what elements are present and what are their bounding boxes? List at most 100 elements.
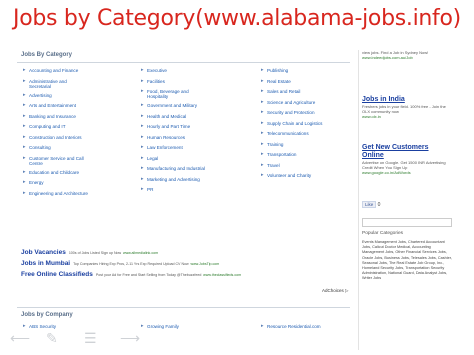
- side-ad-2[interactable]: Jobs in India Freshers jobs in your fiel…: [362, 96, 450, 119]
- category-link-text[interactable]: Volunteer and Charity: [267, 173, 311, 178]
- category-link[interactable]: ▸ Executive: [141, 68, 205, 79]
- category-link[interactable]: ▸ Consulting: [23, 145, 88, 156]
- category-link[interactable]: ▸ Banking and Insurance: [23, 113, 88, 125]
- category-link-text[interactable]: PR: [147, 187, 153, 192]
- ad-text: 100s of Jobs Listed Sign up Now: [68, 251, 122, 255]
- category-link-text[interactable]: Supply Chain and Logistics: [267, 121, 322, 126]
- category-link-text[interactable]: Consulting: [29, 145, 51, 150]
- category-link[interactable]: ▸ Advertising: [23, 92, 88, 104]
- category-link[interactable]: ▸ Health and Medical: [141, 113, 205, 125]
- category-link[interactable]: ▸ Energy: [23, 180, 88, 191]
- like-button[interactable]: Like: [362, 201, 377, 208]
- category-link[interactable]: ▸ Volunteer and Charity: [261, 173, 322, 184]
- category-link[interactable]: ▸ Government and Military: [141, 103, 205, 114]
- category-link-text[interactable]: Transportation: [267, 152, 296, 157]
- category-link[interactable]: ▸ Accounting and Finance: [23, 68, 88, 79]
- category-link[interactable]: ▸ Transportation: [261, 152, 322, 163]
- category-link-text[interactable]: Telecommunications: [267, 131, 309, 136]
- category-link-text[interactable]: Publishing: [267, 68, 288, 73]
- adchoices-badge[interactable]: AdChoices ▷: [322, 288, 348, 294]
- category-link-text[interactable]: Advertising: [29, 93, 52, 98]
- category-link[interactable]: ▸ Supply Chain and Logistics: [261, 120, 322, 132]
- category-link-text[interactable]: Health and Medical: [147, 114, 186, 119]
- category-link-text[interactable]: Accounting and Finance: [29, 68, 78, 73]
- web-page: Jobs By Category ▸ Accounting and Finance…: [17, 50, 453, 350]
- category-link-text[interactable]: Government and Military: [147, 103, 197, 108]
- ad-title[interactable]: Free Online Classifieds: [21, 271, 93, 278]
- category-link-text[interactable]: Computing and IT: [29, 124, 66, 129]
- category-link[interactable]: ▸ Security and Protection: [261, 110, 322, 121]
- category-link-text[interactable]: Food, Beverage and Hospitality: [147, 89, 205, 99]
- category-link-text[interactable]: Legal: [147, 156, 158, 161]
- category-link[interactable]: ▸ Education and Childcare: [23, 169, 88, 181]
- company-header: Jobs by Company: [17, 307, 350, 320]
- category-link-text[interactable]: Arts and Entertainment: [29, 103, 76, 108]
- category-link[interactable]: ▸ Publishing: [261, 68, 322, 79]
- category-link-text[interactable]: Real Estate: [267, 79, 291, 84]
- category-link[interactable]: ▸ Administrative and Secretarial: [23, 78, 88, 93]
- category-link[interactable]: ▸ Hourly and Part Time: [141, 124, 205, 135]
- popular-heading: Popular Categories: [362, 231, 404, 236]
- category-link[interactable]: ▸ Science and Agriculture: [261, 99, 322, 111]
- ad-url[interactable]: www.allmedialink.com: [123, 251, 158, 255]
- category-link[interactable]: ▸ Human Resources: [141, 134, 205, 146]
- category-link-text[interactable]: Banking and Insurance: [29, 114, 76, 119]
- category-link[interactable]: ▸ PR: [141, 187, 205, 198]
- ad-url[interactable]: www.theclassifieds.com: [203, 273, 241, 277]
- category-link-text[interactable]: Law Enforcement: [147, 145, 183, 150]
- category-link-text[interactable]: Energy: [29, 180, 44, 185]
- category-link-text[interactable]: Travel: [267, 163, 280, 168]
- ad-title[interactable]: Job Vacancies: [21, 249, 66, 256]
- category-link[interactable]: ▸ Customer Service and Call Centre: [23, 155, 88, 170]
- category-link[interactable]: ▸ Engineering and Architecture: [23, 190, 88, 202]
- category-link-text[interactable]: Sales and Retail: [267, 89, 300, 94]
- side-ad-title[interactable]: Jobs in India: [362, 96, 450, 104]
- category-link[interactable]: ▸ Telecommunications: [261, 131, 322, 142]
- category-link-text[interactable]: Human Resources: [147, 135, 185, 140]
- category-link[interactable]: ▸ Manufacturing and Industrial: [141, 166, 205, 177]
- side-ad-1[interactable]: view jobs. Find a Job in Sydney Now! www…: [362, 50, 450, 60]
- category-link-text[interactable]: Construction and Interiors: [29, 135, 82, 140]
- category-link[interactable]: ▸ Construction and Interiors: [23, 134, 88, 146]
- category-link[interactable]: ▸ Legal: [141, 155, 205, 167]
- category-link[interactable]: ▸ Real Estate: [261, 78, 322, 90]
- category-link[interactable]: ▸ Law Enforcement: [141, 145, 205, 156]
- category-link[interactable]: ▸ Facilities: [141, 78, 205, 90]
- category-link-text[interactable]: Education and Childcare: [29, 170, 79, 175]
- popular-list[interactable]: Events Management Jobs, Chartered Accoun…: [362, 240, 452, 282]
- ad-text: Post your Ad for Free and Start Selling …: [95, 273, 202, 277]
- ad-job-vacancies[interactable]: Job Vacancies 100s of Jobs Listed Sign up…: [21, 249, 158, 256]
- category-link-text[interactable]: Hourly and Part Time: [147, 124, 190, 129]
- menu-icon[interactable]: ☰: [84, 330, 97, 347]
- ad-free-classifieds[interactable]: Free Online Classifieds Post your Ad for …: [21, 271, 241, 278]
- category-link[interactable]: ▸ Food, Beverage and Hospitality: [141, 89, 205, 103]
- sidebar: view jobs. Find a Job in Sydney Now! www…: [358, 50, 454, 350]
- side-ad-url[interactable]: www.olx.in: [362, 114, 450, 119]
- category-link-text[interactable]: Security and Protection: [267, 110, 315, 115]
- category-link-text[interactable]: Science and Agriculture: [267, 100, 315, 105]
- side-ad-3[interactable]: Get New Customers Online Advertise on Go…: [362, 144, 450, 175]
- side-ad-url[interactable]: www.google.co.in/AdWords: [362, 170, 450, 175]
- pen-icon[interactable]: ✎: [46, 330, 58, 347]
- category-link-text[interactable]: Engineering and Architecture: [29, 191, 88, 196]
- category-link-text[interactable]: Administrative and Secretarial: [29, 79, 87, 89]
- category-link-text[interactable]: Manufacturing and Industrial: [147, 166, 205, 171]
- forward-arrow-icon[interactable]: ⟶: [120, 330, 140, 347]
- category-link[interactable]: ▸ Sales and Retail: [261, 89, 322, 100]
- category-link-text[interactable]: Training: [267, 142, 283, 147]
- side-ad-url[interactable]: www.indeedjobs.com.au/Job: [362, 55, 450, 60]
- ad-title[interactable]: Jobs in Mumbai: [21, 260, 70, 267]
- back-arrow-icon[interactable]: ⟵: [10, 330, 30, 347]
- category-link-text[interactable]: Executive: [147, 68, 167, 73]
- ad-jobs-mumbai[interactable]: Jobs in Mumbai Top Companies Hiring Exp P…: [21, 260, 219, 267]
- ad-url[interactable]: www.JobsTip.com: [190, 262, 219, 266]
- category-link[interactable]: ▸ Training: [261, 141, 322, 153]
- category-link[interactable]: ▸ Marketing and Advertising: [141, 176, 205, 188]
- category-link-text[interactable]: Marketing and Advertising: [147, 177, 200, 182]
- category-link[interactable]: ▸ Computing and IT: [23, 124, 88, 135]
- category-link-text[interactable]: Customer Service and Call Centre: [29, 156, 87, 166]
- category-link-text[interactable]: Facilities: [147, 79, 165, 84]
- category-link[interactable]: ▸ Arts and Entertainment: [23, 103, 88, 114]
- side-ad-title[interactable]: Get New Customers Online: [362, 144, 450, 160]
- category-link[interactable]: ▸ Travel: [261, 162, 322, 174]
